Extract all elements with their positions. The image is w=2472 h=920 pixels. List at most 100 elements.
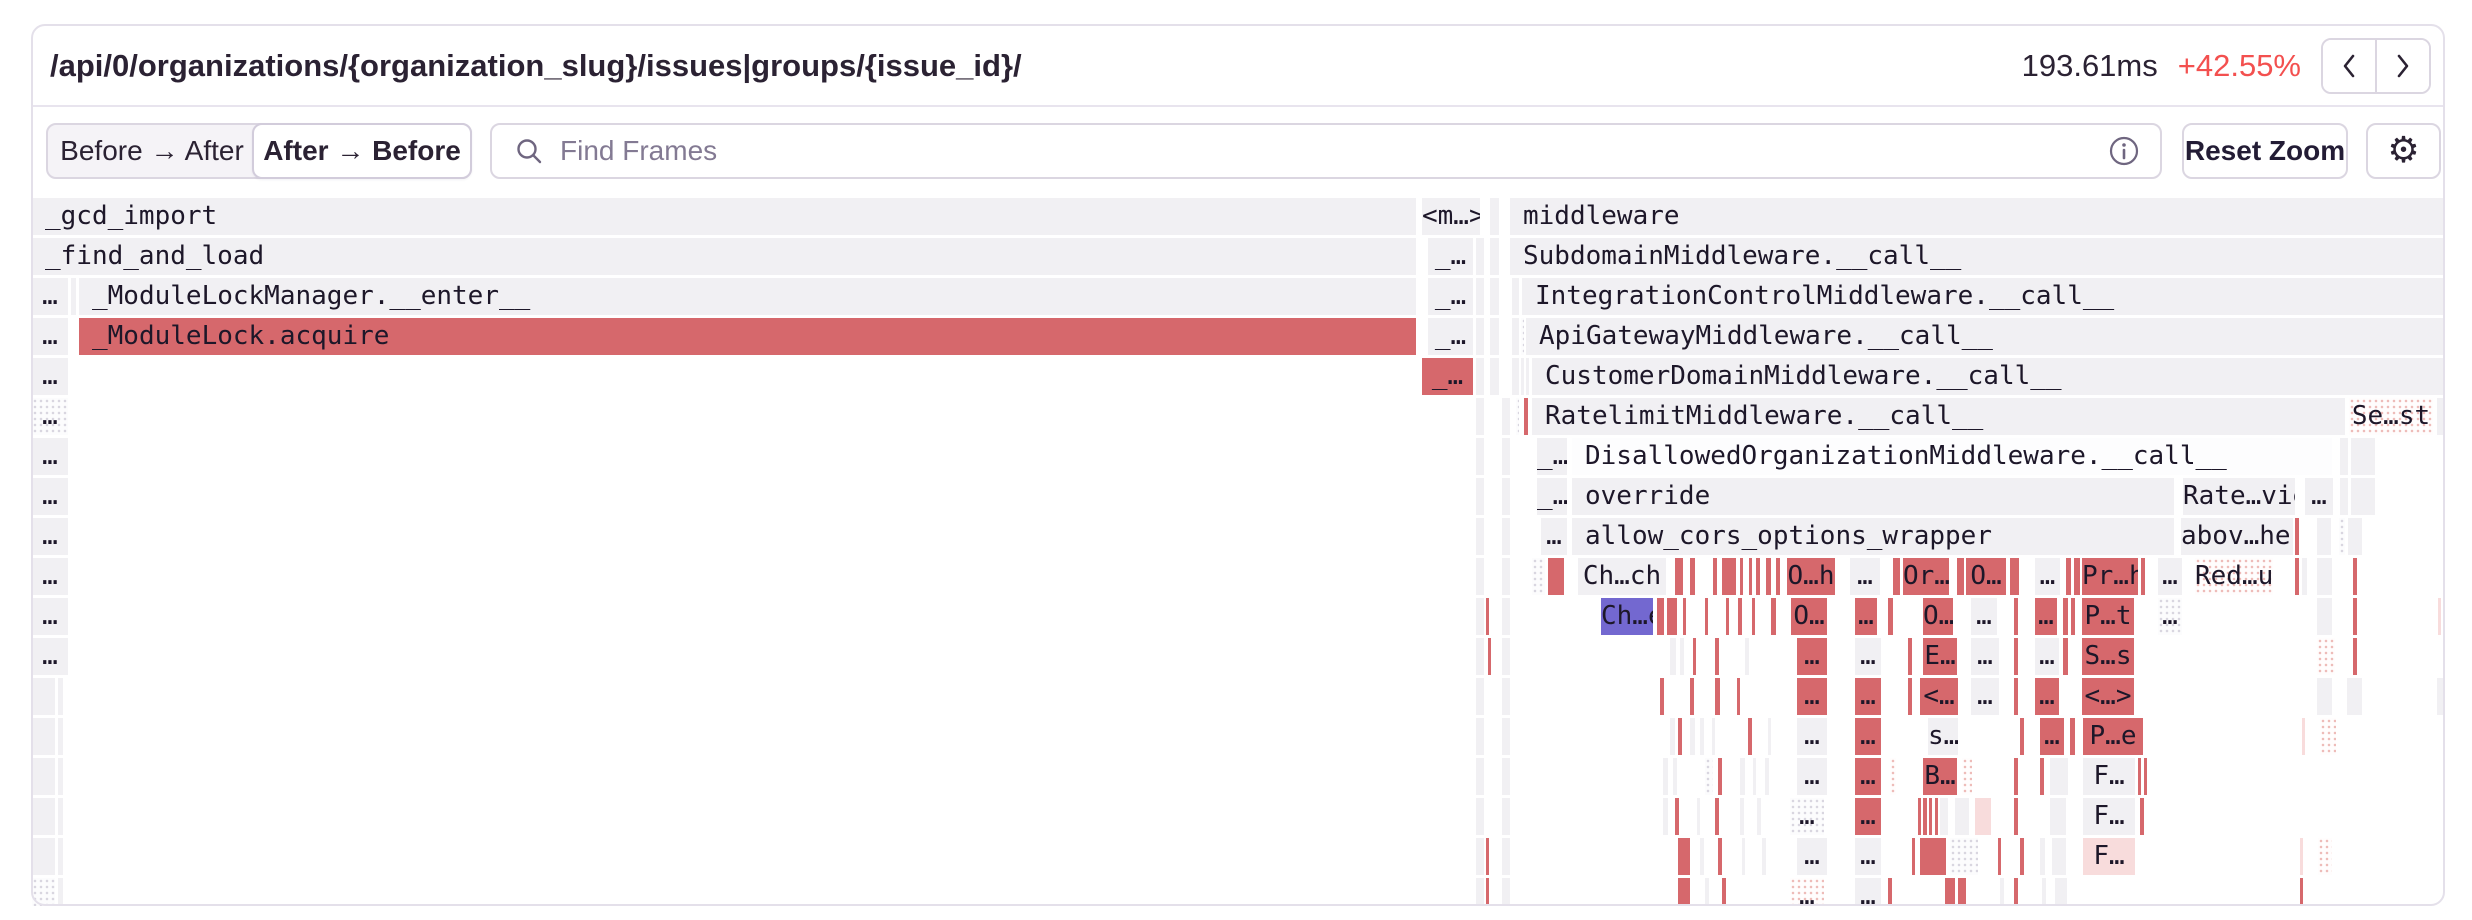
flame-frame[interactable] xyxy=(1486,838,1489,875)
flame-frame[interactable]: … xyxy=(1797,678,1827,715)
flamegraph[interactable]: _gcd_import<m…>middleware_find_and_load_… xyxy=(0,197,2472,906)
flame-frame[interactable] xyxy=(2074,558,2080,595)
flame-frame[interactable] xyxy=(58,878,63,906)
previous-button[interactable] xyxy=(2323,40,2375,92)
flame-frame[interactable] xyxy=(58,758,63,795)
flame-frame[interactable] xyxy=(1705,598,1708,635)
flame-frame[interactable]: abov…heck xyxy=(2181,518,2293,555)
flame-frame[interactable]: … xyxy=(32,358,68,395)
flame-frame[interactable] xyxy=(1718,758,1722,795)
flame-frame[interactable] xyxy=(1526,358,1529,395)
flame-frame[interactable] xyxy=(1476,718,1484,755)
flame-frame[interactable]: … xyxy=(1855,878,1881,906)
flame-frame[interactable] xyxy=(1771,598,1776,635)
flame-frame[interactable] xyxy=(2138,758,2141,795)
flame-frame[interactable]: Rate…view xyxy=(2183,478,2295,515)
flame-frame[interactable] xyxy=(1502,478,1510,515)
flame-frame[interactable]: … xyxy=(1855,598,1877,635)
flame-frame[interactable] xyxy=(58,838,63,875)
flame-frame[interactable]: … xyxy=(32,318,68,355)
flame-frame[interactable] xyxy=(1476,358,1484,395)
flame-frame[interactable]: B… xyxy=(1923,758,1957,795)
flame-frame[interactable] xyxy=(2020,838,2024,875)
flame-frame[interactable] xyxy=(1737,678,1740,715)
flame-frame[interactable]: Or…h xyxy=(1903,558,1949,595)
flame-frame[interactable] xyxy=(1675,798,1679,835)
flame-frame[interactable] xyxy=(2014,878,2018,906)
flame-frame[interactable] xyxy=(1502,438,1510,475)
flame-frame[interactable] xyxy=(2063,598,2068,635)
flame-frame[interactable] xyxy=(1502,758,1510,795)
flame-frame[interactable] xyxy=(2010,558,2019,595)
flame-frame[interactable]: Pr…h xyxy=(2082,558,2138,595)
flame-frame[interactable]: … xyxy=(1971,598,1997,635)
flame-frame[interactable]: … xyxy=(1797,758,1827,795)
flame-frame[interactable] xyxy=(2295,558,2299,595)
flame-frame[interactable]: _… xyxy=(1537,478,1567,515)
flame-frame[interactable] xyxy=(1516,398,1519,435)
flame-frame[interactable] xyxy=(1765,758,1769,795)
flame-frame[interactable] xyxy=(2351,438,2375,475)
flame-frame[interactable] xyxy=(2295,518,2299,555)
flame-frame[interactable]: … xyxy=(1790,798,1824,835)
flame-frame[interactable]: Red…ue xyxy=(2195,558,2273,595)
flame-frame[interactable] xyxy=(1502,598,1510,635)
flame-frame[interactable] xyxy=(2437,678,2443,715)
flame-frame[interactable] xyxy=(32,878,55,906)
flame-frame[interactable] xyxy=(1950,838,1978,875)
flame-frame[interactable]: … xyxy=(32,518,68,555)
flame-frame[interactable] xyxy=(1766,558,1771,595)
flame-frame[interactable]: override xyxy=(1572,478,2174,515)
flame-frame[interactable] xyxy=(1476,558,1484,595)
flame-frame[interactable] xyxy=(1752,598,1755,635)
flame-frame[interactable] xyxy=(1908,678,1912,715)
flame-frame[interactable]: F… xyxy=(2083,798,2135,835)
flame-frame[interactable] xyxy=(1502,678,1510,715)
flame-frame[interactable] xyxy=(1663,758,1668,795)
flame-frame[interactable] xyxy=(1476,398,1484,435)
flame-frame[interactable] xyxy=(2348,518,2362,555)
flame-frame[interactable]: … xyxy=(32,638,68,675)
flame-frame[interactable] xyxy=(1738,598,1742,635)
flame-frame[interactable] xyxy=(1524,398,1528,435)
flame-frame[interactable]: F… xyxy=(2083,758,2135,795)
flame-frame[interactable] xyxy=(32,758,55,795)
flame-frame[interactable] xyxy=(2353,638,2357,675)
flame-frame[interactable]: IntegrationControlMiddleware.__call__ xyxy=(1522,278,2444,315)
flame-frame[interactable]: … xyxy=(2035,598,2057,635)
flame-frame[interactable] xyxy=(1955,798,1969,835)
flame-frame[interactable] xyxy=(2063,638,2068,675)
flame-frame[interactable] xyxy=(1705,758,1713,795)
flame-frame[interactable] xyxy=(1712,718,1715,755)
flame-frame[interactable] xyxy=(2014,638,2018,675)
flame-frame[interactable] xyxy=(1490,318,1499,355)
flame-frame[interactable] xyxy=(2141,558,2145,595)
flame-frame[interactable]: … xyxy=(1855,758,1881,795)
flame-frame[interactable] xyxy=(1512,278,1519,315)
flame-frame[interactable]: Ch…ch xyxy=(1578,558,1666,595)
flame-frame[interactable] xyxy=(1697,798,1700,835)
flame-frame[interactable]: … xyxy=(1855,678,1881,715)
flame-frame[interactable] xyxy=(1740,758,1745,795)
flame-frame[interactable] xyxy=(1657,598,1664,635)
flame-frame[interactable]: <… xyxy=(1920,678,1958,715)
flame-frame[interactable] xyxy=(1762,838,1766,875)
flame-frame[interactable] xyxy=(1476,678,1484,715)
flame-frame[interactable] xyxy=(2014,798,2018,835)
flame-frame[interactable] xyxy=(2317,638,2335,675)
flame-frame[interactable] xyxy=(1678,718,1682,755)
flame-frame[interactable] xyxy=(1776,558,1780,595)
flame-frame[interactable] xyxy=(2071,598,2075,635)
flame-frame[interactable] xyxy=(1742,838,1745,875)
flame-frame[interactable] xyxy=(1486,878,1489,906)
flame-frame[interactable]: Se…st xyxy=(2349,398,2433,435)
flame-frame[interactable] xyxy=(2040,838,2045,875)
flame-frame[interactable] xyxy=(2339,518,2345,555)
flame-frame[interactable]: _… xyxy=(1428,278,1473,315)
flame-frame[interactable] xyxy=(1722,558,1736,595)
flame-frame[interactable] xyxy=(1713,558,1717,595)
flame-frame[interactable] xyxy=(2340,438,2348,475)
flame-frame[interactable]: … xyxy=(1855,718,1881,755)
flame-frame[interactable] xyxy=(1502,518,1510,555)
flame-frame[interactable]: SubdomainMiddleware.__call__ xyxy=(1510,238,2444,275)
